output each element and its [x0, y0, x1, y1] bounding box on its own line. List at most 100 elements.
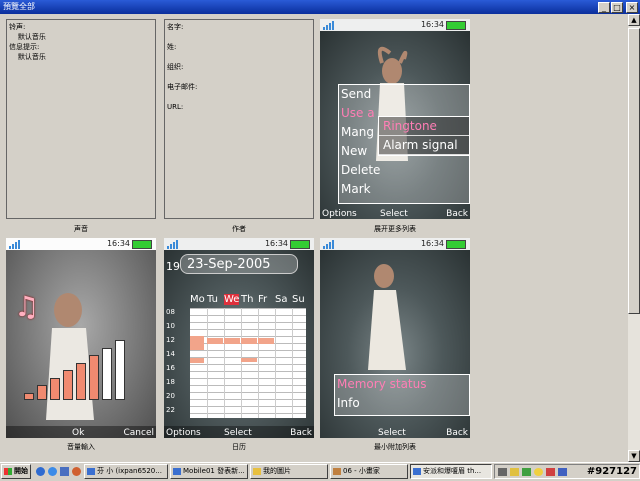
weekday-label[interactable]: Fr: [258, 294, 267, 305]
weekday-label[interactable]: Mo: [190, 294, 205, 305]
phone-volume: 16:34 ♫ Ok Cancel: [6, 238, 156, 438]
sound-line: 信息提示:: [9, 43, 40, 51]
taskbar-item[interactable]: 06 - 小畫家: [330, 464, 408, 479]
volume-caption: 音量輸入: [67, 443, 95, 451]
calendar-event[interactable]: [258, 338, 274, 344]
security-icon[interactable]: [546, 468, 555, 476]
author-text: 名字: 姓: 组织: 电子邮件: URL:: [167, 22, 197, 112]
desktop-icon[interactable]: [60, 467, 69, 476]
softkey-bar: Ok Cancel: [6, 426, 156, 438]
menu-item-info[interactable]: Info: [335, 394, 469, 413]
preview-area: 铃声: 默认音乐 信息提示: 默认音乐 声音 名字: 姓: 组织: 电子邮件: URL: …: [0, 14, 628, 462]
battery-icon: [290, 240, 310, 249]
taskbar-item[interactable]: Mobile01 發表新...: [170, 464, 248, 479]
grid-column: [241, 308, 242, 418]
volume-bar: [63, 370, 73, 400]
media-icon[interactable]: [72, 467, 81, 476]
close-button[interactable]: ×: [626, 2, 638, 13]
taskbar-item[interactable]: 我的圖片: [250, 464, 328, 479]
author-line: [167, 92, 197, 102]
window-icon: [87, 468, 95, 475]
calendar-event[interactable]: [190, 358, 204, 363]
softkey-cancel[interactable]: Cancel: [124, 428, 155, 438]
status-bar: 16:34: [320, 19, 470, 31]
network-icon[interactable]: [510, 468, 519, 476]
author-line: 电子邮件:: [167, 83, 198, 91]
quick-launch: [34, 465, 82, 479]
volume-bar: [50, 377, 60, 400]
author-line: 组织:: [167, 63, 184, 71]
system-tray: #927127: [494, 464, 640, 479]
menu-item-mark[interactable]: Mark: [339, 180, 469, 199]
sound-line: 铃声:: [9, 23, 26, 31]
softkey-center[interactable]: Select: [224, 428, 252, 438]
softkey-right[interactable]: Back: [446, 209, 468, 219]
weekday-label[interactable]: Tu: [207, 294, 218, 305]
menu-item-send[interactable]: Send: [339, 85, 469, 104]
hour-label: 08: [166, 308, 175, 316]
submenu-item-alarm[interactable]: Alarm signal: [379, 136, 469, 155]
scroll-down-arrow-icon[interactable]: ▼: [628, 450, 640, 462]
popup-caption: 展开更多列表: [374, 225, 416, 233]
taskbar-item[interactable]: 芬 小 (ixpan6520...: [84, 464, 168, 479]
softkey-ok[interactable]: Ok: [72, 428, 84, 438]
scroll-up-arrow-icon[interactable]: ▲: [628, 14, 640, 26]
volume-bar: [76, 362, 86, 400]
tray-clock: #927127: [586, 466, 637, 477]
grid-column: [275, 308, 276, 418]
softkey-right[interactable]: Back: [290, 428, 312, 438]
author-line: URL:: [167, 103, 184, 111]
sound-text: 铃声: 默认音乐 信息提示: 默认音乐: [9, 22, 46, 62]
window-icon: [173, 468, 181, 475]
softkey-left[interactable]: Options: [322, 209, 357, 219]
window-titlebar: 預覽全部 _ □ ×: [0, 0, 640, 14]
battery-icon: [446, 21, 466, 30]
calendar-event[interactable]: [224, 338, 240, 344]
taskbar-item-active[interactable]: 安派和爆嗄眉 th...: [410, 464, 492, 479]
calendar-event[interactable]: [207, 338, 223, 344]
scroll-thumb[interactable]: [628, 28, 640, 314]
softkey-right[interactable]: Back: [446, 428, 468, 438]
start-button[interactable]: 開始: [1, 464, 31, 479]
taskbar-item-label: 06 - 小畫家: [343, 467, 380, 475]
phone-clock: 16:34: [420, 20, 444, 29]
softkey-center[interactable]: Select: [378, 428, 406, 438]
paint-icon: [333, 468, 341, 475]
context-menu: Memory status Info: [334, 374, 470, 416]
menu-item-memory-status[interactable]: Memory status: [335, 375, 469, 394]
ie-icon[interactable]: [48, 467, 57, 476]
menu-item-delete[interactable]: Delete: [339, 161, 469, 180]
volume-icon[interactable]: [522, 468, 531, 476]
volume-bar: [24, 392, 34, 400]
weekday-label[interactable]: Th: [241, 294, 253, 305]
submenu-item-ringtone[interactable]: Ringtone: [379, 117, 469, 136]
browser-icon[interactable]: [36, 467, 45, 476]
window-icon: [413, 468, 421, 475]
vertical-scrollbar[interactable]: ▲ ▼: [628, 14, 640, 462]
maximize-button[interactable]: □: [611, 2, 623, 13]
author-line: [167, 52, 197, 62]
phone-clock: 16:34: [420, 239, 444, 248]
signal-icon: [323, 240, 337, 249]
taskbar-item-label: 芬 小 (ixpan6520...: [97, 467, 162, 475]
tray-app-icon[interactable]: [558, 468, 567, 476]
calendar-event[interactable]: [190, 336, 204, 350]
softkey-left[interactable]: Options: [166, 428, 201, 438]
weekday-label[interactable]: Sa: [275, 294, 287, 305]
softkey-center[interactable]: Select: [380, 209, 408, 219]
calendar-event[interactable]: [241, 358, 257, 362]
date-display[interactable]: 23-Sep-2005: [180, 254, 298, 274]
keyboard-icon[interactable]: [498, 468, 507, 476]
hour-label: 20: [166, 392, 175, 400]
sound-caption: 声音: [74, 225, 88, 233]
minimize-button[interactable]: _: [598, 2, 610, 13]
battery-icon: [132, 240, 152, 249]
submenu: Ringtone Alarm signal: [378, 116, 470, 156]
author-caption: 作者: [232, 225, 246, 233]
hour-label: 12: [166, 336, 175, 344]
weekday-label[interactable]: We: [224, 294, 240, 305]
calendar-grid[interactable]: [190, 308, 306, 418]
messenger-icon[interactable]: [534, 468, 543, 476]
weekday-label[interactable]: Su: [292, 294, 305, 305]
calendar-event[interactable]: [241, 338, 257, 344]
